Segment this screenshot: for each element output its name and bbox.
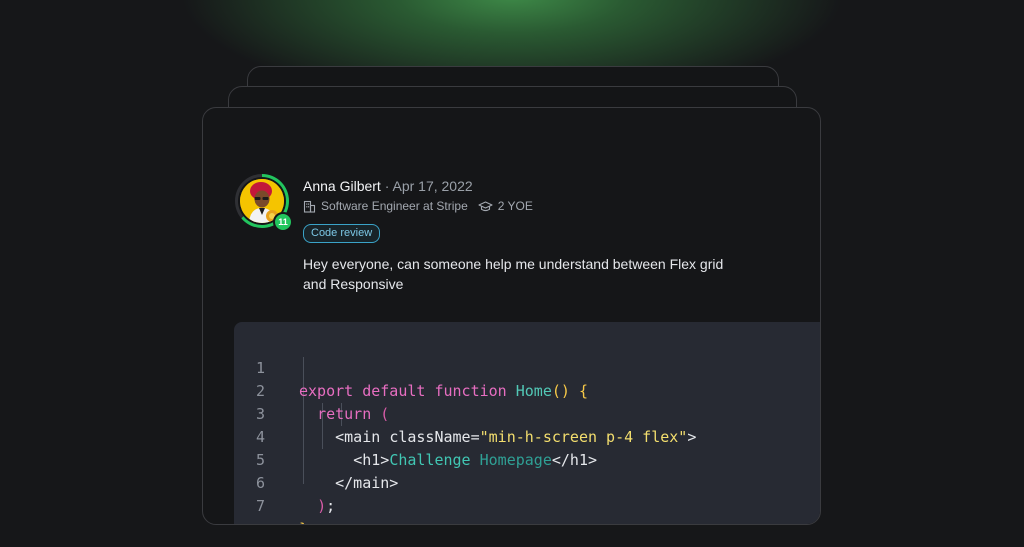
author-role: Software Engineer at Stripe (321, 199, 468, 213)
level-badge: 11 (273, 212, 293, 232)
code-line: 5 </main> (256, 451, 399, 492)
code-line: 2 return ( (256, 382, 390, 423)
post-body: Hey everyone, can someone help me unders… (303, 256, 724, 292)
code-review-tag[interactable]: Code review (303, 224, 381, 243)
author-name[interactable]: Anna Gilbert (303, 178, 381, 194)
post-date: · Apr 17, 2022 (384, 178, 473, 194)
post-card: 11 Anna Gilbert · Apr 17, 2022 Software … (202, 107, 821, 525)
graduation-cap-icon (478, 200, 493, 211)
author-meta: Software Engineer at Stripe 2 YOE (303, 199, 533, 213)
building-icon (303, 200, 316, 213)
code-line: 7 } (234, 472, 308, 524)
avatar[interactable]: 11 (235, 174, 293, 232)
code-line: 4 <h1>Challenge Homepage</h1> (256, 428, 598, 469)
code-line: 1 export default function Home() { (256, 359, 588, 400)
line-number: 7 (256, 497, 266, 515)
code-line: 6 ); (256, 474, 336, 515)
author-line: Anna Gilbert · Apr 17, 2022 (303, 178, 473, 194)
years-of-experience: 2 YOE (497, 199, 533, 213)
code-line: 3 <main className="min-h-screen p-4 flex… (256, 405, 697, 446)
code-block: 1 export default function Home() { 2 ret… (234, 322, 820, 524)
